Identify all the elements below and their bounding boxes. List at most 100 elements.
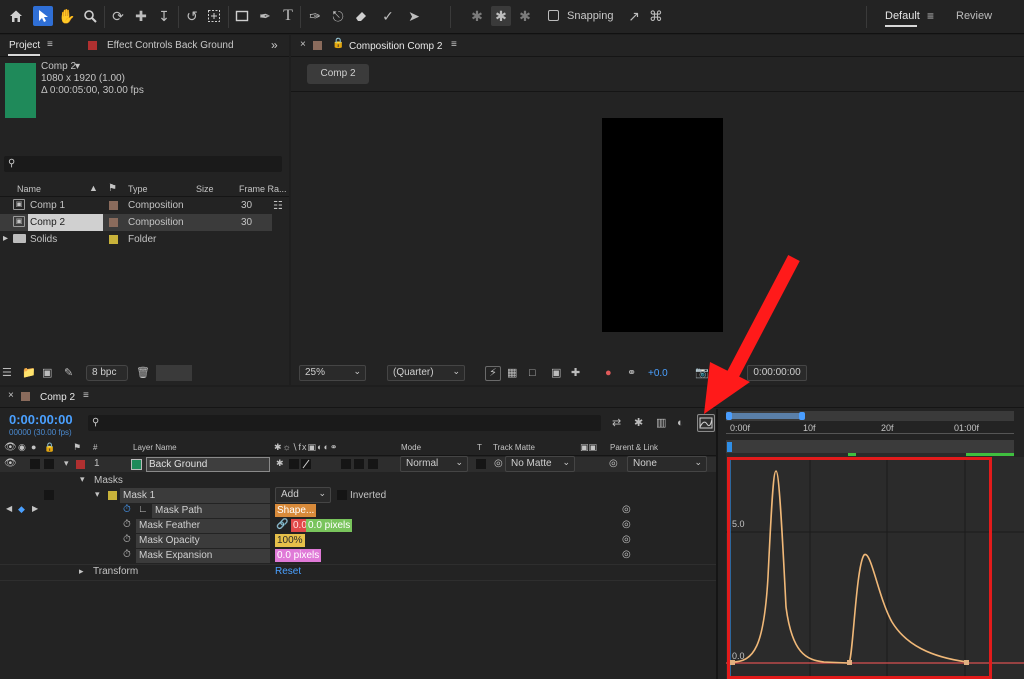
next-keyframe-icon[interactable]: ▶ [32,504,38,513]
tab-effect-controls[interactable]: Effect Controls Back Ground [107,40,234,51]
tab-composition[interactable]: Composition Comp 2 [349,41,442,52]
type-tool-icon[interactable]: T [278,6,298,26]
transparency-grid-icon[interactable]: ▦ [507,367,517,379]
disclosure-triangle-icon[interactable]: ▸ [3,233,8,244]
column-track-matte[interactable]: Track Matte [493,443,535,452]
frame-blending-icon[interactable]: ◐ [677,417,684,429]
mask-color-swatch[interactable] [108,491,117,500]
prev-keyframe-icon[interactable]: ◀ [6,504,12,513]
property-row[interactable]: ⏱ Mask Feather 🔗 0.0, 0.0 pixels ◎ [0,518,716,533]
trash-icon[interactable]: 🗑 [136,367,150,379]
lock-toggle-icon[interactable]: 🔒 [44,442,55,453]
preview-menu-icon[interactable]: ▾ [75,61,80,72]
close-icon[interactable]: × [8,390,14,401]
bit-depth-button[interactable]: 8 bpc [86,365,128,381]
adjustment-switch[interactable] [354,459,364,469]
disclosure-triangle-icon[interactable]: ▾ [95,489,100,500]
column-layer-name[interactable]: Layer Name [133,443,177,452]
current-time-indicator-head[interactable] [727,442,732,452]
column-type[interactable]: Type [128,184,148,194]
disclosure-triangle-icon[interactable]: ▾ [80,474,85,485]
project-item-row-selected[interactable]: ▣ Comp 2 Composition 30 [0,214,272,231]
track-matte-dropdown[interactable]: No Matte ⌄ [505,456,575,472]
tab-menu-icon[interactable]: ≡ [47,39,53,50]
transform-row[interactable]: ▸ Transform Reset [0,564,716,579]
stopwatch-icon[interactable]: ⏱ [123,534,131,545]
link-icon[interactable]: 🔗 [276,519,288,530]
panel-overflow-icon[interactable]: » [271,38,278,52]
channels-icon[interactable]: ● [605,367,612,379]
expression-pickwhip-icon[interactable]: ◎ [622,549,631,560]
quality-switch[interactable] [301,459,311,469]
current-time-display[interactable]: 0:00:00:00 [9,412,73,427]
mask-opacity-value[interactable]: 100% [275,534,305,547]
flowchart-icon[interactable]: ☷ [273,199,283,212]
workspace-menu-icon[interactable]: ≡ [927,9,934,23]
workspace-review[interactable]: Review [956,10,992,22]
close-icon[interactable]: × [300,39,306,50]
tab-timeline-comp[interactable]: Comp 2 [40,392,75,403]
layer-duration-bar[interactable] [726,440,1014,453]
expression-pickwhip-icon[interactable]: ◎ [622,519,631,530]
mask-row[interactable]: ▾ Mask 1 Add ⌄ Inverted [0,487,716,503]
parent-pickwhip-icon[interactable]: ◎ [609,458,618,469]
world-axis-icon[interactable]: ✱ [491,6,511,26]
track-matte-pickwhip-icon[interactable]: ◎ [494,458,503,469]
label-tag-icon[interactable]: ⚑ [108,183,117,194]
eraser-tool-icon[interactable] [351,6,371,26]
mask-mode-dropdown[interactable]: Add ⌄ [275,487,331,503]
column-frame-rate[interactable]: Frame Ra... [239,184,287,194]
project-item-row[interactable]: ▸ Solids Folder [0,231,272,248]
solo-toggle-icon[interactable]: ● [31,442,36,452]
column-t[interactable]: T [477,443,482,452]
stopwatch-icon[interactable]: ⏱ [123,549,131,560]
stopwatch-icon[interactable]: ⏱ [123,504,131,515]
lock-icon[interactable]: 🔒 [332,38,344,49]
property-row[interactable]: ◀ ◆ ▶ ⏱ ∟ Mask Path Shape... ◎ [0,503,716,518]
local-axis-icon[interactable]: ✱ [467,6,487,26]
layer-row[interactable]: 👁 ▾ 1 Back Ground ✱ Normal ⌄ ◎ No Matte ⌄ … [0,456,716,472]
exposure-value[interactable]: +0.0 [648,368,668,379]
shy-switch-icon[interactable]: ✱ [276,458,284,469]
rotate-tool-icon[interactable]: ↺ [182,6,202,26]
column-mode[interactable]: Mode [401,443,421,452]
new-folder-icon[interactable]: 📁 [22,367,36,379]
tab-project[interactable]: Project [9,40,40,51]
region-of-interest-icon[interactable]: ▣ [551,367,561,379]
pen-tool-icon[interactable]: ✒ [255,6,275,26]
tab-menu-icon[interactable]: ≡ [451,39,457,50]
zoom-dropdown[interactable]: 25% ⌄ [299,365,366,381]
orbit-camera-icon[interactable]: ⟳ [108,6,128,26]
disclosure-triangle-icon[interactable]: ▸ [79,566,84,577]
collapse-switch[interactable] [289,459,299,469]
keyframe-diamond-icon[interactable]: ◆ [18,504,25,515]
selection-tool-icon[interactable] [33,6,53,26]
motion-blur-switch[interactable] [341,459,351,469]
3d-layer-switch[interactable] [368,459,378,469]
view-axis-icon[interactable]: ✱ [515,6,535,26]
layer-name-field[interactable]: Back Ground [146,457,270,472]
grid-guides-icon[interactable]: ✚ [571,367,580,379]
snapping-checkbox[interactable] [548,10,559,21]
sort-up-icon[interactable]: ▲ [89,183,98,193]
mask-lock-box[interactable] [44,490,54,500]
project-item-row[interactable]: ▣ Comp 1 Composition 30 ☷ [0,197,283,214]
brush-tool-icon[interactable]: ✑ [305,6,325,26]
snap-grid-icon[interactable]: ⌘ [646,6,666,26]
fast-previews-icon[interactable]: ⚡ [485,366,501,381]
pan-camera-icon[interactable]: ✚ [131,6,151,26]
snap-edges-icon[interactable]: ↗ [624,6,644,26]
new-composition-icon[interactable]: ▣ [42,367,52,379]
mask-feather-y-value[interactable]: 0.0 pixels [306,519,353,532]
timeline-search-input[interactable]: ⚲ [88,415,601,431]
interpret-footage-icon[interactable]: ☰ [2,367,12,379]
column-parent-link[interactable]: Parent & Link [610,443,658,452]
inverted-checkbox[interactable] [337,490,347,500]
zoom-tool-icon[interactable] [80,6,100,26]
graph-editor[interactable]: 5.0 0.0 [726,457,1024,679]
mask-expansion-value[interactable]: 0.0 pixels [275,549,322,562]
mask-name-field[interactable]: Mask 1 [120,488,270,503]
masks-group-row[interactable]: ▾ Masks [0,473,716,488]
rectangle-tool-icon[interactable] [232,6,252,26]
comp-chip[interactable]: Comp 2 [307,64,369,84]
